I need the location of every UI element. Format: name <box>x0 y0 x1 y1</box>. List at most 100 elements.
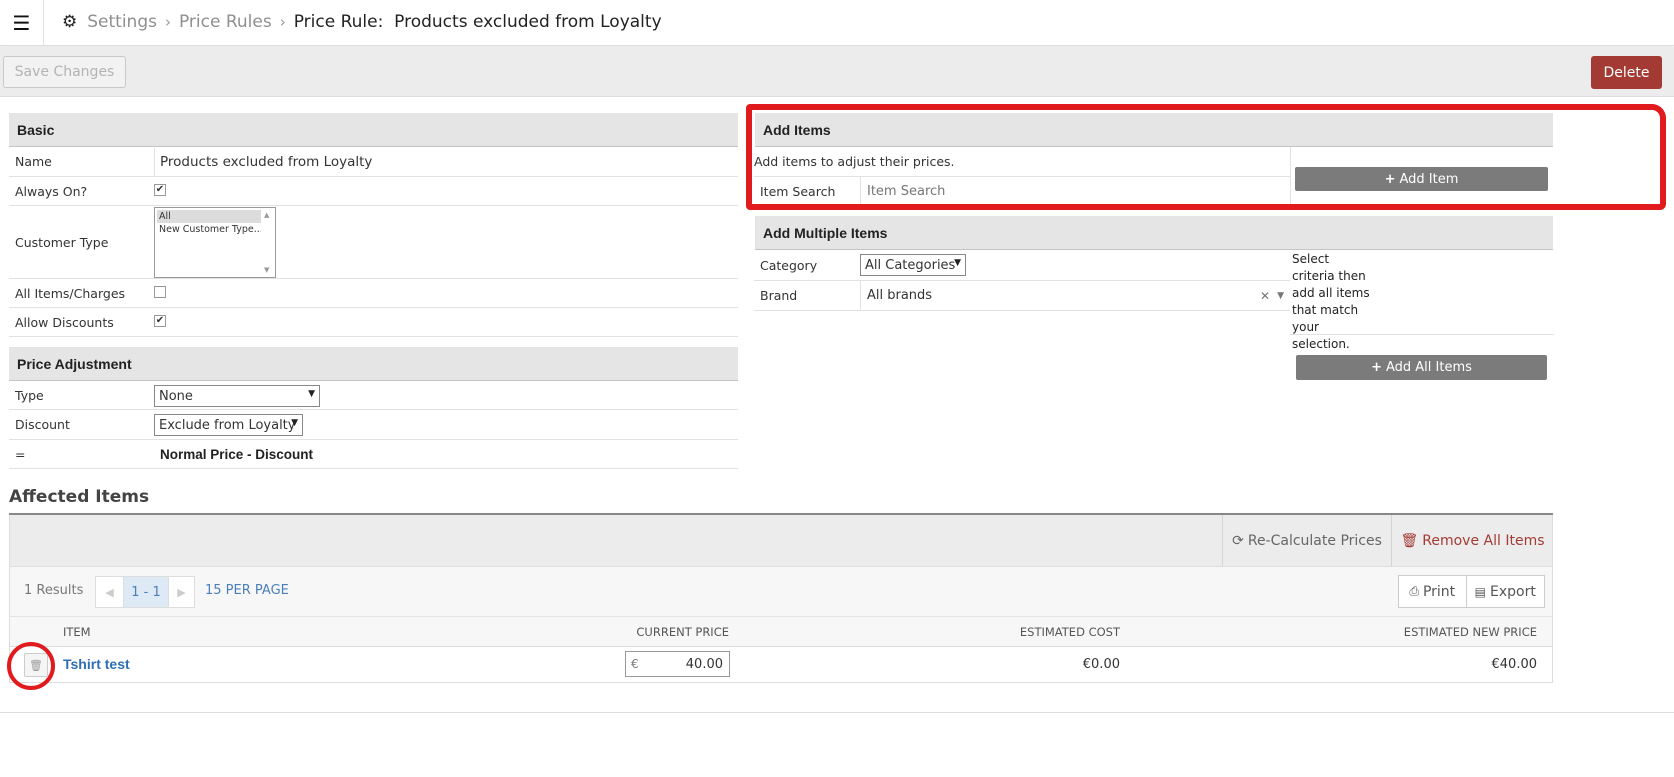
customer-type-option-new[interactable]: New Customer Type... <box>157 223 261 236</box>
col-current-price: CURRENT PRICE <box>636 625 729 639</box>
brand-row: Brand All brands ✕ ▼ <box>754 281 1290 311</box>
per-page-selector[interactable]: 15 PER PAGE <box>205 583 289 598</box>
recalculate-prices-button[interactable]: ⟳ Re-Calculate Prices <box>1222 515 1391 566</box>
item-search-label: Item Search <box>760 183 836 199</box>
type-select[interactable]: None ▼ <box>154 385 320 407</box>
trash-icon: 🗑 <box>29 658 43 672</box>
discount-select-value: Exclude from Loyalty <box>159 417 296 433</box>
all-items-row: All Items/Charges <box>9 279 738 308</box>
current-price-input[interactable]: € 40.00 <box>625 651 730 677</box>
item-search-input[interactable] <box>860 177 1290 205</box>
always-on-checkbox[interactable]: ✔ <box>154 184 166 196</box>
action-toolbar: Save Changes Delete <box>0 47 1674 97</box>
always-on-row: Always On? ✔ <box>9 177 738 206</box>
name-input[interactable]: Products excluded from Loyalty <box>154 148 737 176</box>
export-button[interactable]: ▤ Export <box>1467 576 1544 607</box>
add-multiple-header: Add Multiple Items <box>755 216 1553 250</box>
basic-panel-header: Basic <box>9 113 738 147</box>
all-items-label: All Items/Charges <box>15 285 126 301</box>
gear-icon: ⚙ <box>62 12 78 32</box>
plus-icon: + <box>1371 360 1382 375</box>
results-count: 1 Results <box>24 583 84 598</box>
clear-icon[interactable]: ✕ <box>1260 289 1270 303</box>
category-label: Category <box>760 257 818 273</box>
recalculate-label: Re-Calculate Prices <box>1247 532 1382 549</box>
col-estimated-new-price: ESTIMATED NEW PRICE <box>1403 625 1537 639</box>
type-label: Type <box>15 387 44 403</box>
add-item-label: Add Item <box>1399 171 1459 187</box>
file-excel-icon: ▤ <box>1474 584 1487 599</box>
remove-all-label: Remove All Items <box>1422 532 1545 549</box>
item-link[interactable]: Tshirt test <box>63 656 130 672</box>
export-group: ⎙ Print ▤ Export <box>1398 575 1545 608</box>
footer-divider <box>0 712 1674 713</box>
add-all-items-label: Add All Items <box>1385 360 1472 375</box>
pagination-bar: 1 Results ◀ 1 - 1 ▶ 15 PER PAGE ⎙ Print … <box>9 567 1553 617</box>
trash-icon: 🗑 <box>1400 532 1419 549</box>
allow-discounts-checkbox[interactable]: ✔ <box>154 315 166 327</box>
chevron-right-icon: › <box>279 13 286 31</box>
equals-label: = <box>15 446 26 462</box>
chevron-right-icon: › <box>164 13 171 31</box>
save-changes-button[interactable]: Save Changes <box>3 56 126 88</box>
add-items-header: Add Items <box>755 113 1553 147</box>
top-bar: ☰ ⚙ Settings › Price Rules › Price Rule:… <box>0 0 1674 46</box>
caret-down-icon: ▼ <box>308 389 315 399</box>
prev-page-icon[interactable]: ◀ <box>96 577 124 607</box>
table-row: 🗑 Tshirt test € 40.00 €0.00 €40.00 <box>9 647 1553 683</box>
pager: ◀ 1 - 1 ▶ <box>95 576 195 608</box>
item-search-row: Item Search <box>754 177 1290 206</box>
category-select-value: All Categories <box>865 257 956 273</box>
breadcrumb-settings[interactable]: Settings <box>87 12 157 32</box>
delete-button[interactable]: Delete <box>1591 56 1662 89</box>
price-adjustment-header: Price Adjustment <box>9 347 738 381</box>
allow-discounts-label: Allow Discounts <box>15 314 114 330</box>
customer-type-option-all[interactable]: All <box>157 210 261 223</box>
brand-label: Brand <box>760 288 798 303</box>
discount-select[interactable]: Exclude from Loyalty ▼ <box>154 414 303 436</box>
name-label: Name <box>15 154 52 169</box>
caret-down-icon[interactable]: ▼ <box>1277 291 1284 301</box>
all-items-checkbox[interactable] <box>154 286 166 298</box>
estimated-new-price-value: €40.00 <box>1491 657 1538 672</box>
type-select-value: None <box>159 388 193 404</box>
page-range[interactable]: 1 - 1 <box>124 577 168 607</box>
delete-row-button[interactable]: 🗑 <box>24 653 48 677</box>
plus-icon: + <box>1384 171 1396 187</box>
customer-type-row: Customer Type All New Customer Type... ▲… <box>9 206 738 279</box>
refresh-icon: ⟳ <box>1232 532 1244 549</box>
add-item-button[interactable]: + Add Item <box>1295 167 1548 191</box>
print-label: Print <box>1422 583 1456 600</box>
brand-select[interactable]: All brands ✕ ▼ <box>860 281 1290 310</box>
formula-row: = Normal Price - Discount <box>9 440 738 469</box>
criteria-note-cell: Select criteria then add all items that … <box>1290 250 1554 351</box>
listbox-scrollbar[interactable]: ▲ ▼ <box>262 209 274 276</box>
allow-discounts-row: Allow Discounts ✔ <box>9 308 738 337</box>
table-header: ITEM CURRENT PRICE ESTIMATED COST ESTIMA… <box>9 617 1553 647</box>
discount-label: Discount <box>15 417 70 432</box>
print-button[interactable]: ⎙ Print <box>1399 576 1467 607</box>
criteria-note: Select criteria then add all items that … <box>1292 252 1370 351</box>
affected-items-actions: ⟳ Re-Calculate Prices 🗑 Remove All Items <box>9 515 1553 567</box>
remove-all-items-button[interactable]: 🗑 Remove All Items <box>1391 515 1553 566</box>
currency-symbol: € <box>631 657 639 671</box>
hamburger-icon[interactable]: ☰ <box>0 0 44 46</box>
customer-type-label: Customer Type <box>15 234 109 250</box>
divider <box>1290 147 1291 206</box>
type-row: Type None ▼ <box>9 381 738 410</box>
brand-select-value: All brands <box>867 288 933 303</box>
customer-type-listbox[interactable]: All New Customer Type... ▲ ▼ <box>154 207 276 278</box>
breadcrumb-price-rules[interactable]: Price Rules <box>179 12 272 32</box>
category-row: Category All Categories ▼ <box>754 250 1290 281</box>
col-item: ITEM <box>63 625 91 639</box>
add-items-hint: Add items to adjust their prices. <box>754 147 1290 177</box>
next-page-icon[interactable]: ▶ <box>168 577 194 607</box>
page-title: Price Rule: Products excluded from Loyal… <box>293 12 662 32</box>
export-label: Export <box>1490 583 1536 600</box>
discount-row: Discount Exclude from Loyalty ▼ <box>9 410 738 440</box>
add-all-items-button[interactable]: + Add All Items <box>1296 355 1547 380</box>
breadcrumb: ⚙ Settings › Price Rules › Price Rule: P… <box>62 0 662 44</box>
current-price-value: 40.00 <box>685 657 723 672</box>
caret-down-icon: ▼ <box>954 258 961 268</box>
category-select[interactable]: All Categories ▼ <box>860 254 966 276</box>
